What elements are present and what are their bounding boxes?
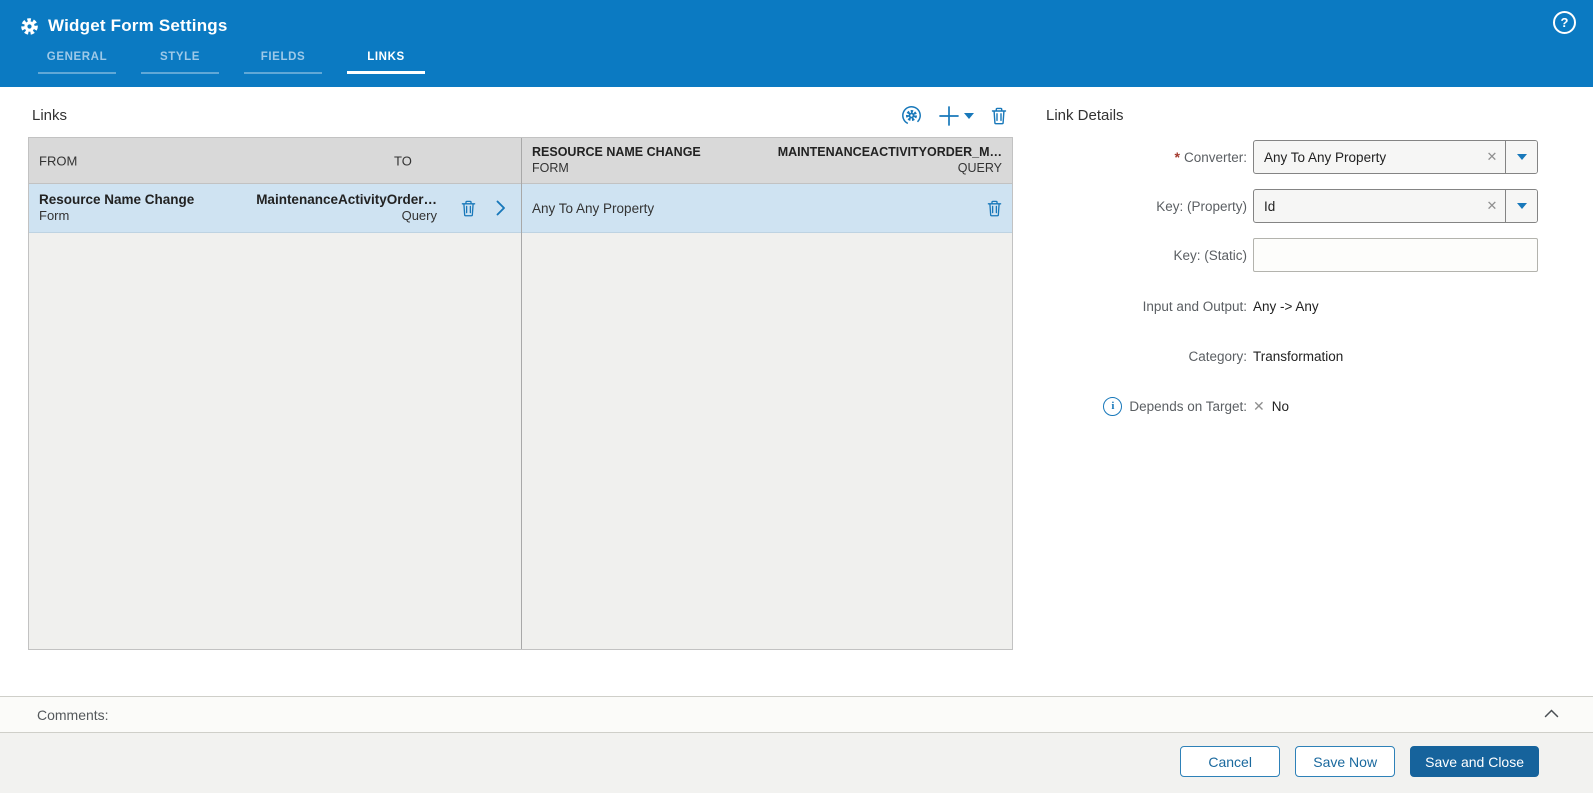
add-icon[interactable] bbox=[939, 105, 959, 126]
category-row: Category: Transformation bbox=[1046, 346, 1551, 366]
converter-name: Any To Any Property bbox=[532, 200, 655, 216]
links-toolbar bbox=[901, 105, 1007, 126]
converter-label: Converter: bbox=[1183, 149, 1247, 165]
link-details-panel: Link Details * Converter: Any To Any Pro… bbox=[1046, 104, 1551, 446]
links-panel-title: Links bbox=[32, 107, 68, 124]
auto-map-gear-icon[interactable] bbox=[901, 105, 922, 126]
depends-on-target-value-cell: ✕ No bbox=[1253, 398, 1289, 415]
link-details-title: Link Details bbox=[1046, 107, 1124, 124]
links-from-to-pane: FROM TO Resource Name Change Form Mainte… bbox=[29, 138, 521, 649]
delete-icon[interactable] bbox=[991, 107, 1007, 125]
link-to-cell: MaintenanceActivityOrder… Query bbox=[194, 191, 437, 225]
cancel-button[interactable]: Cancel bbox=[1180, 746, 1281, 777]
help-icon[interactable]: ? bbox=[1553, 11, 1576, 34]
chevron-right-icon[interactable] bbox=[496, 200, 506, 216]
save-now-button[interactable]: Save Now bbox=[1295, 746, 1396, 777]
clear-icon[interactable]: ✕ bbox=[1479, 141, 1505, 173]
comments-bar[interactable]: Comments: bbox=[0, 696, 1593, 733]
selected-to-subtitle: QUERY bbox=[957, 160, 1002, 175]
key-property-combobox: Id ✕ bbox=[1253, 189, 1538, 223]
category-label: Category: bbox=[1188, 348, 1247, 364]
input-output-value: Any -> Any bbox=[1253, 298, 1319, 314]
table-empty-area bbox=[29, 233, 521, 649]
key-property-field-row: Key: (Property) Id ✕ bbox=[1046, 189, 1551, 223]
depends-on-target-label: Depends on Target: bbox=[1129, 398, 1247, 414]
converter-field-row: * Converter: Any To Any Property ✕ bbox=[1046, 140, 1551, 174]
dropdown-button[interactable] bbox=[1505, 190, 1537, 222]
delete-converter-icon[interactable] bbox=[987, 200, 1002, 217]
titlebar: Widget Form Settings ? GENERAL STYLE FIE… bbox=[0, 0, 1593, 87]
selected-to-title: MAINTENANCEACTIVITYORDER_M… bbox=[777, 144, 1002, 159]
links-header: Links bbox=[28, 104, 1013, 134]
converter-combobox: Any To Any Property ✕ bbox=[1253, 140, 1538, 174]
row-actions bbox=[461, 200, 511, 217]
tab-bar: GENERAL STYLE FIELDS LINKS bbox=[38, 51, 450, 74]
save-and-close-button[interactable]: Save and Close bbox=[1410, 746, 1539, 777]
chevron-down-icon bbox=[1516, 154, 1527, 160]
depends-on-target-value: No bbox=[1271, 398, 1289, 414]
column-header-from: FROM bbox=[39, 153, 78, 168]
delete-row-icon[interactable] bbox=[461, 200, 476, 217]
key-static-field-row: Key: (Static) bbox=[1046, 238, 1551, 272]
cross-icon: ✕ bbox=[1253, 397, 1265, 414]
input-output-row: Input and Output: Any -> Any bbox=[1046, 296, 1551, 316]
key-static-label: Key: (Static) bbox=[1173, 247, 1247, 263]
page-title: Widget Form Settings bbox=[48, 16, 228, 35]
title-row: Widget Form Settings bbox=[0, 0, 1593, 41]
footer-bar: Cancel Save Now Save and Close bbox=[0, 733, 1593, 793]
comments-label: Comments: bbox=[37, 706, 109, 723]
tab-links[interactable]: LINKS bbox=[347, 51, 425, 74]
depends-label-cell: i Depends on Target: bbox=[1046, 396, 1247, 416]
dropdown-button[interactable] bbox=[1505, 141, 1537, 173]
depends-on-target-row: i Depends on Target: ✕ No bbox=[1046, 396, 1551, 416]
links-table-header: FROM TO bbox=[29, 138, 521, 184]
chevron-down-icon bbox=[1516, 203, 1527, 209]
table-row[interactable]: Resource Name Change Form MaintenanceAct… bbox=[29, 184, 521, 233]
link-from-title: Resource Name Change bbox=[39, 191, 195, 207]
chevron-up-icon[interactable] bbox=[1544, 709, 1559, 718]
selected-from-title: RESOURCE NAME CHANGE bbox=[532, 144, 701, 159]
tab-general[interactable]: GENERAL bbox=[38, 51, 116, 74]
link-to-title: MaintenanceActivityOrder… bbox=[256, 191, 437, 207]
key-property-label: Key: (Property) bbox=[1156, 198, 1247, 214]
key-property-value[interactable]: Id bbox=[1254, 190, 1479, 222]
link-from-cell: Resource Name Change Form bbox=[39, 191, 194, 225]
gear-icon bbox=[20, 17, 39, 36]
converter-label-cell: * Converter: bbox=[1046, 149, 1247, 165]
selected-from-subtitle: FORM bbox=[532, 160, 569, 175]
converters-table-header: RESOURCE NAME CHANGE FORM MAINTENANCEACT… bbox=[522, 138, 1012, 184]
required-asterisk: * bbox=[1174, 149, 1180, 165]
key-static-input[interactable] bbox=[1253, 238, 1538, 272]
selected-to-header: MAINTENANCEACTIVITYORDER_M… QUERY bbox=[778, 145, 1002, 176]
table-empty-area bbox=[522, 233, 1012, 649]
link-from-subtitle: Form bbox=[39, 208, 70, 224]
add-menu-caret-icon[interactable] bbox=[964, 112, 974, 119]
column-header-to: TO bbox=[394, 153, 412, 168]
selected-from-header: RESOURCE NAME CHANGE FORM bbox=[532, 145, 701, 176]
table-row[interactable]: Any To Any Property bbox=[522, 184, 1012, 233]
link-converters-pane: RESOURCE NAME CHANGE FORM MAINTENANCEACT… bbox=[521, 138, 1012, 649]
tab-style[interactable]: STYLE bbox=[141, 51, 219, 74]
link-to-subtitle: Query bbox=[401, 208, 437, 224]
clear-icon[interactable]: ✕ bbox=[1479, 190, 1505, 222]
input-output-label: Input and Output: bbox=[1142, 298, 1247, 314]
info-icon[interactable]: i bbox=[1103, 396, 1123, 416]
links-table: FROM TO Resource Name Change Form Mainte… bbox=[28, 137, 1013, 650]
category-value: Transformation bbox=[1253, 348, 1344, 364]
tab-fields[interactable]: FIELDS bbox=[244, 51, 322, 74]
converter-value[interactable]: Any To Any Property bbox=[1254, 141, 1479, 173]
